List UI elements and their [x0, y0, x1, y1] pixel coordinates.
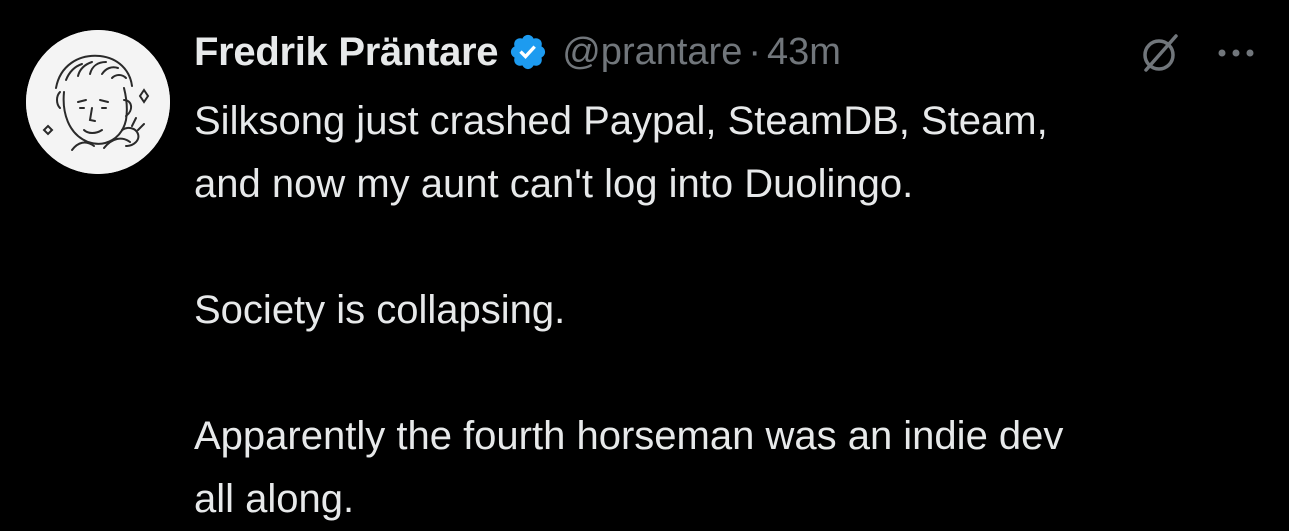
more-dots-icon[interactable] — [1212, 38, 1260, 68]
hand-drawn-portrait-icon — [26, 30, 170, 174]
tweet-header: Fredrik Präntare @prantare · 43m — [194, 24, 841, 80]
avatar[interactable] — [26, 30, 170, 174]
tweet-text: Silksong just crashed Paypal, SteamDB, S… — [194, 90, 1274, 531]
author-handle[interactable]: @prantare — [562, 31, 742, 74]
verified-badge-icon — [511, 34, 546, 70]
tweet-line: all along. — [194, 477, 355, 521]
display-name[interactable]: Fredrik Präntare — [194, 30, 499, 75]
paragraph-break — [194, 342, 1274, 405]
tweet[interactable]: Fredrik Präntare @prantare · 43m Silkson… — [0, 0, 1289, 525]
grok-slash-icon[interactable] — [1138, 30, 1184, 76]
timestamp[interactable]: 43m — [767, 31, 841, 74]
tweet-line: Silksong just crashed Paypal, SteamDB, S… — [194, 99, 1048, 143]
separator-dot: · — [748, 30, 762, 73]
tweet-line: Society is collapsing. — [194, 288, 566, 332]
tweet-line: Apparently the fourth horseman was an in… — [194, 414, 1064, 458]
tweet-line: and now my aunt can't log into Duolingo. — [194, 162, 914, 206]
paragraph-break — [194, 216, 1274, 279]
